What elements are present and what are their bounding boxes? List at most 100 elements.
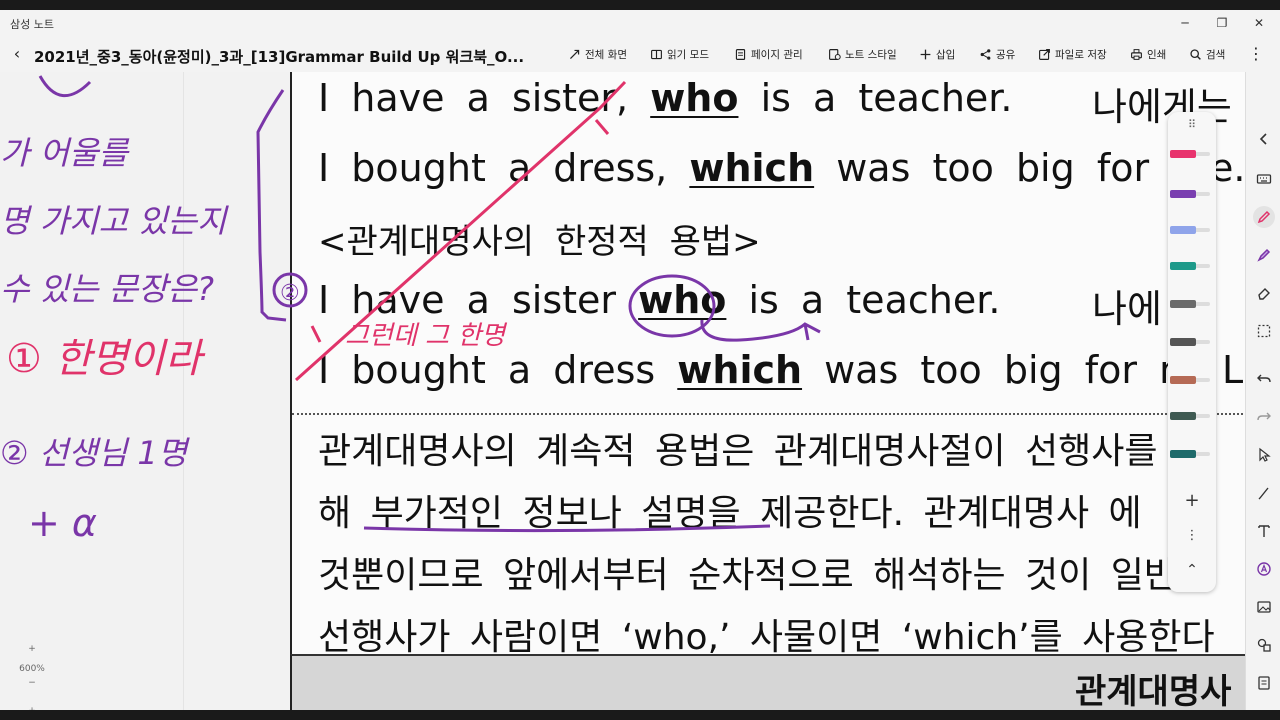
selection-button[interactable] <box>1253 320 1275 342</box>
keyboard-icon <box>1256 174 1272 184</box>
sentence-4-keyword: which <box>677 348 803 392</box>
title-bar: 삼성 노트 ─ ❐ ✕ <box>0 10 1280 36</box>
image-button[interactable] <box>1253 596 1275 618</box>
save-as-file-button[interactable]: 파일로 저장 <box>1038 47 1107 62</box>
document-title: 2021년_중3_동아(윤정미)_3과_[13]Grammar Build Up… <box>34 48 525 66</box>
redo-button[interactable] <box>1253 406 1275 428</box>
drag-handle-icon[interactable]: ⠿ <box>1168 118 1216 131</box>
collapse-palette-button[interactable]: ⌃ <box>1168 562 1216 578</box>
handwriting-convert-button[interactable] <box>1253 558 1275 580</box>
pen-icon <box>1257 210 1271 224</box>
sentence-2-post: was too big for <box>836 146 1150 190</box>
shape-button[interactable] <box>1253 444 1275 466</box>
zoom-out-button[interactable]: − <box>18 678 46 688</box>
pen-purple-tip <box>1170 190 1196 198</box>
pen-lavender[interactable] <box>1170 224 1210 236</box>
pen-more-button[interactable]: ⋮ <box>1168 528 1216 543</box>
next-page-heading: 관계대명사 <box>1075 672 1232 710</box>
undo-button[interactable] <box>1253 368 1275 390</box>
note-line-4: ① 한명이라 <box>6 336 206 382</box>
search-button[interactable]: 검색 <box>1189 47 1225 62</box>
highlighter-icon <box>1257 248 1271 262</box>
eraser-button[interactable] <box>1253 282 1275 304</box>
reading-mode-button[interactable]: 읽기 모드 <box>650 47 709 62</box>
zoom-level: 600% <box>19 664 45 674</box>
highlighter-button[interactable] <box>1253 244 1275 266</box>
sentence-4-tail: L <box>1222 348 1244 392</box>
close-button[interactable]: ✕ <box>1250 14 1268 32</box>
sentence-4-pre: I bought a dress <box>318 348 656 392</box>
back-button[interactable]: ‹ <box>8 44 26 64</box>
insert-label: 삽입 <box>936 49 956 61</box>
book-icon <box>651 49 662 60</box>
sentence-1-post: is a teacher. <box>760 76 1013 120</box>
sentence-2-pre: I bought a dress, <box>318 146 668 190</box>
share-icon <box>980 49 991 60</box>
explanation-line-3: 것뿐이므로 앞에서부터 순차적으로 해석하는 것이 일반 <box>318 555 1177 596</box>
text-icon <box>1258 525 1270 537</box>
pen-palette: ⠿ + ⋮ ⌃ <box>1168 112 1216 592</box>
keyboard-button[interactable] <box>1253 168 1275 190</box>
pen-teal[interactable] <box>1170 260 1210 272</box>
maximize-button[interactable]: ❐ <box>1213 14 1231 32</box>
collapse-toolbar-button[interactable] <box>1253 128 1275 150</box>
add-pen-button[interactable]: + <box>1168 490 1216 511</box>
note-line-3: 수 있는 문장은? <box>0 270 214 308</box>
document-page[interactable]: I have a sister, who is a teacher. 나에게는 … <box>290 72 1245 654</box>
redo-icon <box>1257 412 1271 421</box>
note-line-5: ② 선생님 1명 <box>0 434 191 472</box>
next-page-preview: 관계대명사 <box>290 654 1245 710</box>
text-tool-button[interactable] <box>1253 520 1275 542</box>
pen-darkgray-tip <box>1170 338 1196 346</box>
zoom-control: + <box>18 706 46 710</box>
page-icon <box>735 49 746 60</box>
toolbar: ‹ 2021년_중3_동아(윤정미)_3과_[13]Grammar Build … <box>0 36 1280 72</box>
explanation-line-4: 선행사가 사람이면 ‘who,’ 사물이면 ‘which’를 사용한다 <box>318 617 1215 654</box>
share-button[interactable]: 공유 <box>979 47 1015 62</box>
note-canvas[interactable]: I have a sister, who is a teacher. 나에게는 … <box>0 72 1245 710</box>
pen-pink[interactable] <box>1170 148 1210 160</box>
printer-icon <box>1131 49 1142 60</box>
attachment-button[interactable] <box>1253 672 1275 694</box>
sentence-2-keyword: which <box>689 146 815 190</box>
document-icon <box>1258 676 1270 690</box>
fullscreen-button[interactable]: 전체 화면 <box>568 47 627 62</box>
font-style-icon <box>1257 562 1271 576</box>
pen-purple[interactable] <box>1170 188 1210 200</box>
chevron-left-icon <box>1259 133 1267 145</box>
more-options-button[interactable]: ⋮ <box>1248 44 1264 63</box>
share-label: 공유 <box>996 49 1016 61</box>
zoom-in-button[interactable]: + <box>18 706 46 710</box>
pen-brown[interactable] <box>1170 374 1210 386</box>
pen-darkteal[interactable] <box>1170 448 1210 460</box>
minimize-button[interactable]: ─ <box>1176 14 1194 32</box>
page-gutter <box>183 72 290 710</box>
pen-darkteal-tip <box>1170 450 1196 458</box>
plus-icon <box>920 49 931 60</box>
pen-darkgray[interactable] <box>1170 336 1210 348</box>
note-line-1: 가 어울를 <box>0 134 130 172</box>
page-manage-button[interactable]: 페이지 관리 <box>734 47 803 62</box>
reading-mode-label: 읽기 모드 <box>667 49 709 61</box>
pen-tool-button[interactable] <box>1253 206 1275 228</box>
section-divider <box>292 413 1245 415</box>
explanation-line-1: 관계대명사의 계속적 용법은 관계대명사절이 선행사를 <box>318 431 1158 472</box>
insert-button[interactable]: 삽입 <box>919 47 955 62</box>
fullscreen-label: 전체 화면 <box>585 49 627 61</box>
sentence-3-keyword: who <box>638 278 727 322</box>
shapes-button[interactable] <box>1253 634 1275 656</box>
pen-mode-button[interactable] <box>1253 482 1275 504</box>
note-style-button[interactable]: 노트 스타일 <box>828 47 897 62</box>
page-manage-label: 페이지 관리 <box>751 49 803 61</box>
zoom-in-button-2[interactable]: + <box>18 644 46 654</box>
sentence-3-pre: I have a sister <box>318 278 617 322</box>
pen-gray-tip <box>1170 300 1196 308</box>
pen-gray[interactable] <box>1170 298 1210 310</box>
sentence-3-translation: 나에 <box>1092 287 1162 331</box>
pen-darkgreen[interactable] <box>1170 410 1210 422</box>
pointer-icon <box>1259 447 1271 462</box>
print-button[interactable]: 인쇄 <box>1130 47 1166 62</box>
sentence-1-keyword: who <box>650 76 739 120</box>
pen-teal-tip <box>1170 262 1196 270</box>
shapes-icon <box>1257 638 1271 652</box>
